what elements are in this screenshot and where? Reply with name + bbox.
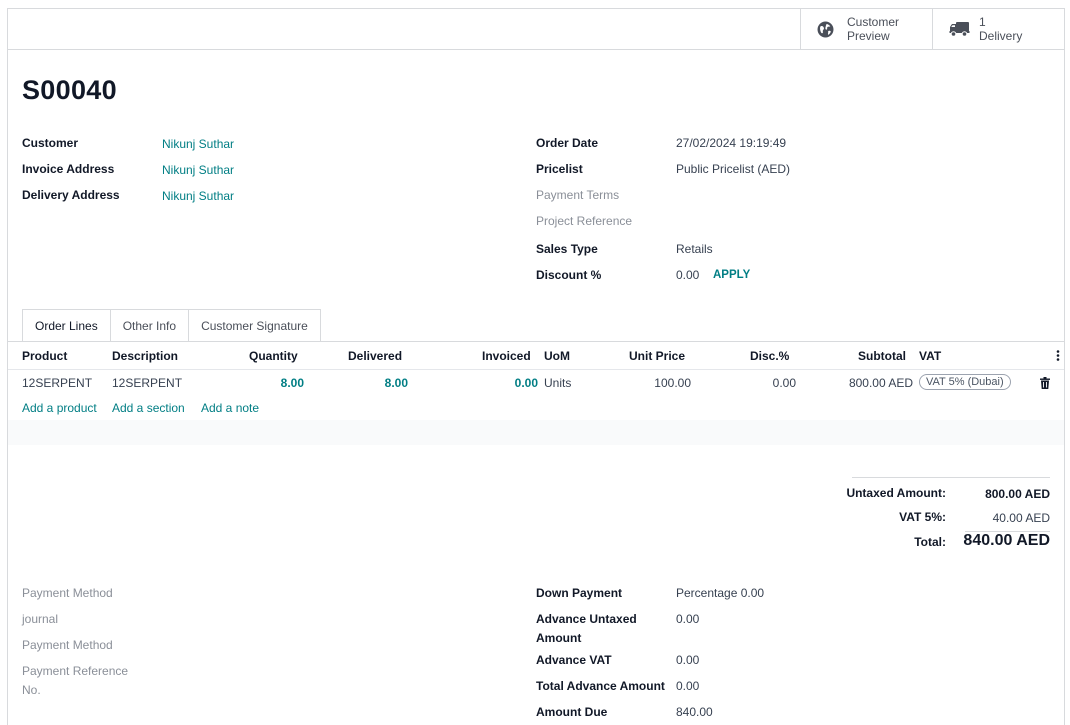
col-delivered[interactable]: Delivered — [348, 349, 402, 363]
col-product[interactable]: Product — [22, 349, 67, 363]
pricelist-label: Pricelist — [536, 162, 583, 176]
delivery-button[interactable]: 1 Delivery — [932, 9, 1064, 49]
column-options-icon[interactable] — [1056, 350, 1060, 364]
project-reference-field[interactable] — [676, 214, 976, 228]
totals-divider — [852, 477, 1050, 478]
untaxed-amount-value: 800.00 AED — [985, 487, 1050, 501]
invoice-address-field[interactable]: Nikunj Suthar — [162, 163, 234, 177]
button-box: Customer Preview 1 Delivery — [8, 9, 1064, 50]
total-value: 840.00 AED — [963, 532, 1050, 549]
payment-reference-label: Payment Reference — [22, 664, 129, 678]
vat-amount-label: VAT 5%: — [899, 510, 946, 524]
customer-field[interactable]: Nikunj Suthar — [162, 137, 234, 151]
delivery-address-field[interactable]: Nikunj Suthar — [162, 189, 234, 203]
down-payment-label: Down Payment — [536, 586, 623, 600]
total-advance-label: Total Advance Amount — [536, 679, 665, 693]
discount-field[interactable]: 0.00 — [676, 268, 699, 282]
form-sheet: Customer Preview 1 Delivery S00040 Custo… — [7, 8, 1065, 725]
advance-untaxed-label-2: Amount — [536, 631, 582, 645]
payment-method-2-label: Payment Method — [22, 638, 113, 652]
payment-method-label: Payment Method — [22, 586, 113, 600]
tab-customer-signature[interactable]: Customer Signature — [189, 309, 321, 342]
add-section-link[interactable]: Add a section — [112, 401, 185, 415]
col-uom[interactable]: UoM — [544, 349, 570, 363]
order-lines-header: Product Description Quantity Delivered I… — [8, 342, 1064, 369]
journal-label: journal — [22, 612, 59, 626]
add-line-controls: Add a product Add a section Add a note — [8, 396, 1064, 420]
line-discount[interactable]: 0.00 — [773, 376, 796, 390]
record-title: S00040 — [22, 75, 117, 105]
total-advance-field: 0.00 — [676, 679, 700, 693]
advance-untaxed-field: 0.00 — [676, 612, 700, 626]
add-note-link[interactable]: Add a note — [201, 401, 259, 415]
col-description[interactable]: Description — [112, 349, 178, 363]
delivery-count: 1 — [979, 15, 986, 29]
col-subtotal[interactable]: Subtotal — [858, 349, 906, 363]
tab-order-lines[interactable]: Order Lines — [22, 309, 111, 342]
add-product-link[interactable]: Add a product — [22, 401, 97, 415]
line-subtotal: 800.00 AED — [848, 376, 913, 390]
customer-preview-line1: Customer — [847, 15, 900, 29]
line-uom[interactable]: Units — [544, 376, 571, 390]
sales-type-field[interactable]: Retails — [676, 242, 713, 256]
advance-untaxed-label: Advance Untaxed — [536, 612, 637, 626]
notebook-tabs: Order Lines Other Info Customer Signatur… — [22, 309, 321, 342]
apply-discount-button[interactable]: APPLY — [713, 269, 750, 281]
col-invoiced[interactable]: Invoiced — [482, 349, 531, 363]
delivery-label: Delivery — [979, 29, 1023, 43]
delivery-address-label: Delivery Address — [22, 188, 120, 202]
line-delivered[interactable]: 8.00 — [385, 376, 408, 390]
line-description[interactable]: 12SERPENT — [112, 376, 182, 390]
discount-label: Discount % — [536, 268, 602, 282]
truck-icon — [949, 21, 971, 37]
down-payment-field[interactable]: Percentage 0.00 — [676, 586, 764, 600]
sales-type-label: Sales Type — [536, 242, 598, 256]
tab-other-info[interactable]: Other Info — [110, 309, 190, 342]
line-product[interactable]: 12SERPENT — [22, 376, 92, 390]
col-quantity[interactable]: Quantity — [249, 349, 298, 363]
order-date-label: Order Date — [536, 136, 599, 150]
globe-icon — [817, 21, 839, 38]
line-vat-tag[interactable]: VAT 5% (Dubai) — [919, 374, 1011, 390]
total-label: Total: — [914, 535, 946, 549]
customer-preview-button[interactable]: Customer Preview — [800, 9, 932, 49]
customer-preview-line2: Preview — [847, 29, 890, 43]
empty-row — [8, 420, 1064, 445]
payment-terms-field[interactable] — [676, 188, 976, 202]
table-row[interactable]: 12SERPENT 12SERPENT 8.00 8.00 0.00 Units… — [8, 369, 1064, 396]
col-discount[interactable]: Disc.% — [750, 349, 789, 363]
project-reference-label: Project Reference — [536, 214, 633, 228]
amount-due-field: 840.00 — [676, 705, 713, 719]
payment-terms-label: Payment Terms — [536, 188, 620, 202]
order-date-field[interactable]: 27/02/2024 19:19:49 — [676, 136, 786, 150]
payment-reference-label-2: No. — [22, 683, 41, 697]
col-vat[interactable]: VAT — [919, 349, 941, 363]
amount-due-label: Amount Due — [536, 705, 608, 719]
trash-icon[interactable] — [1040, 377, 1050, 392]
customer-label: Customer — [22, 136, 79, 150]
pricelist-field[interactable]: Public Pricelist (AED) — [676, 162, 790, 176]
col-unit-price[interactable]: Unit Price — [629, 349, 685, 363]
untaxed-amount-label: Untaxed Amount: — [846, 486, 946, 500]
line-unit-price[interactable]: 100.00 — [654, 376, 691, 390]
advance-vat-field: 0.00 — [676, 653, 700, 667]
line-quantity[interactable]: 8.00 — [281, 376, 304, 390]
advance-vat-label: Advance VAT — [536, 653, 612, 667]
vat-amount-value: 40.00 AED — [992, 511, 1050, 525]
invoice-address-label: Invoice Address — [22, 162, 115, 176]
line-invoiced: 0.00 — [514, 376, 538, 390]
